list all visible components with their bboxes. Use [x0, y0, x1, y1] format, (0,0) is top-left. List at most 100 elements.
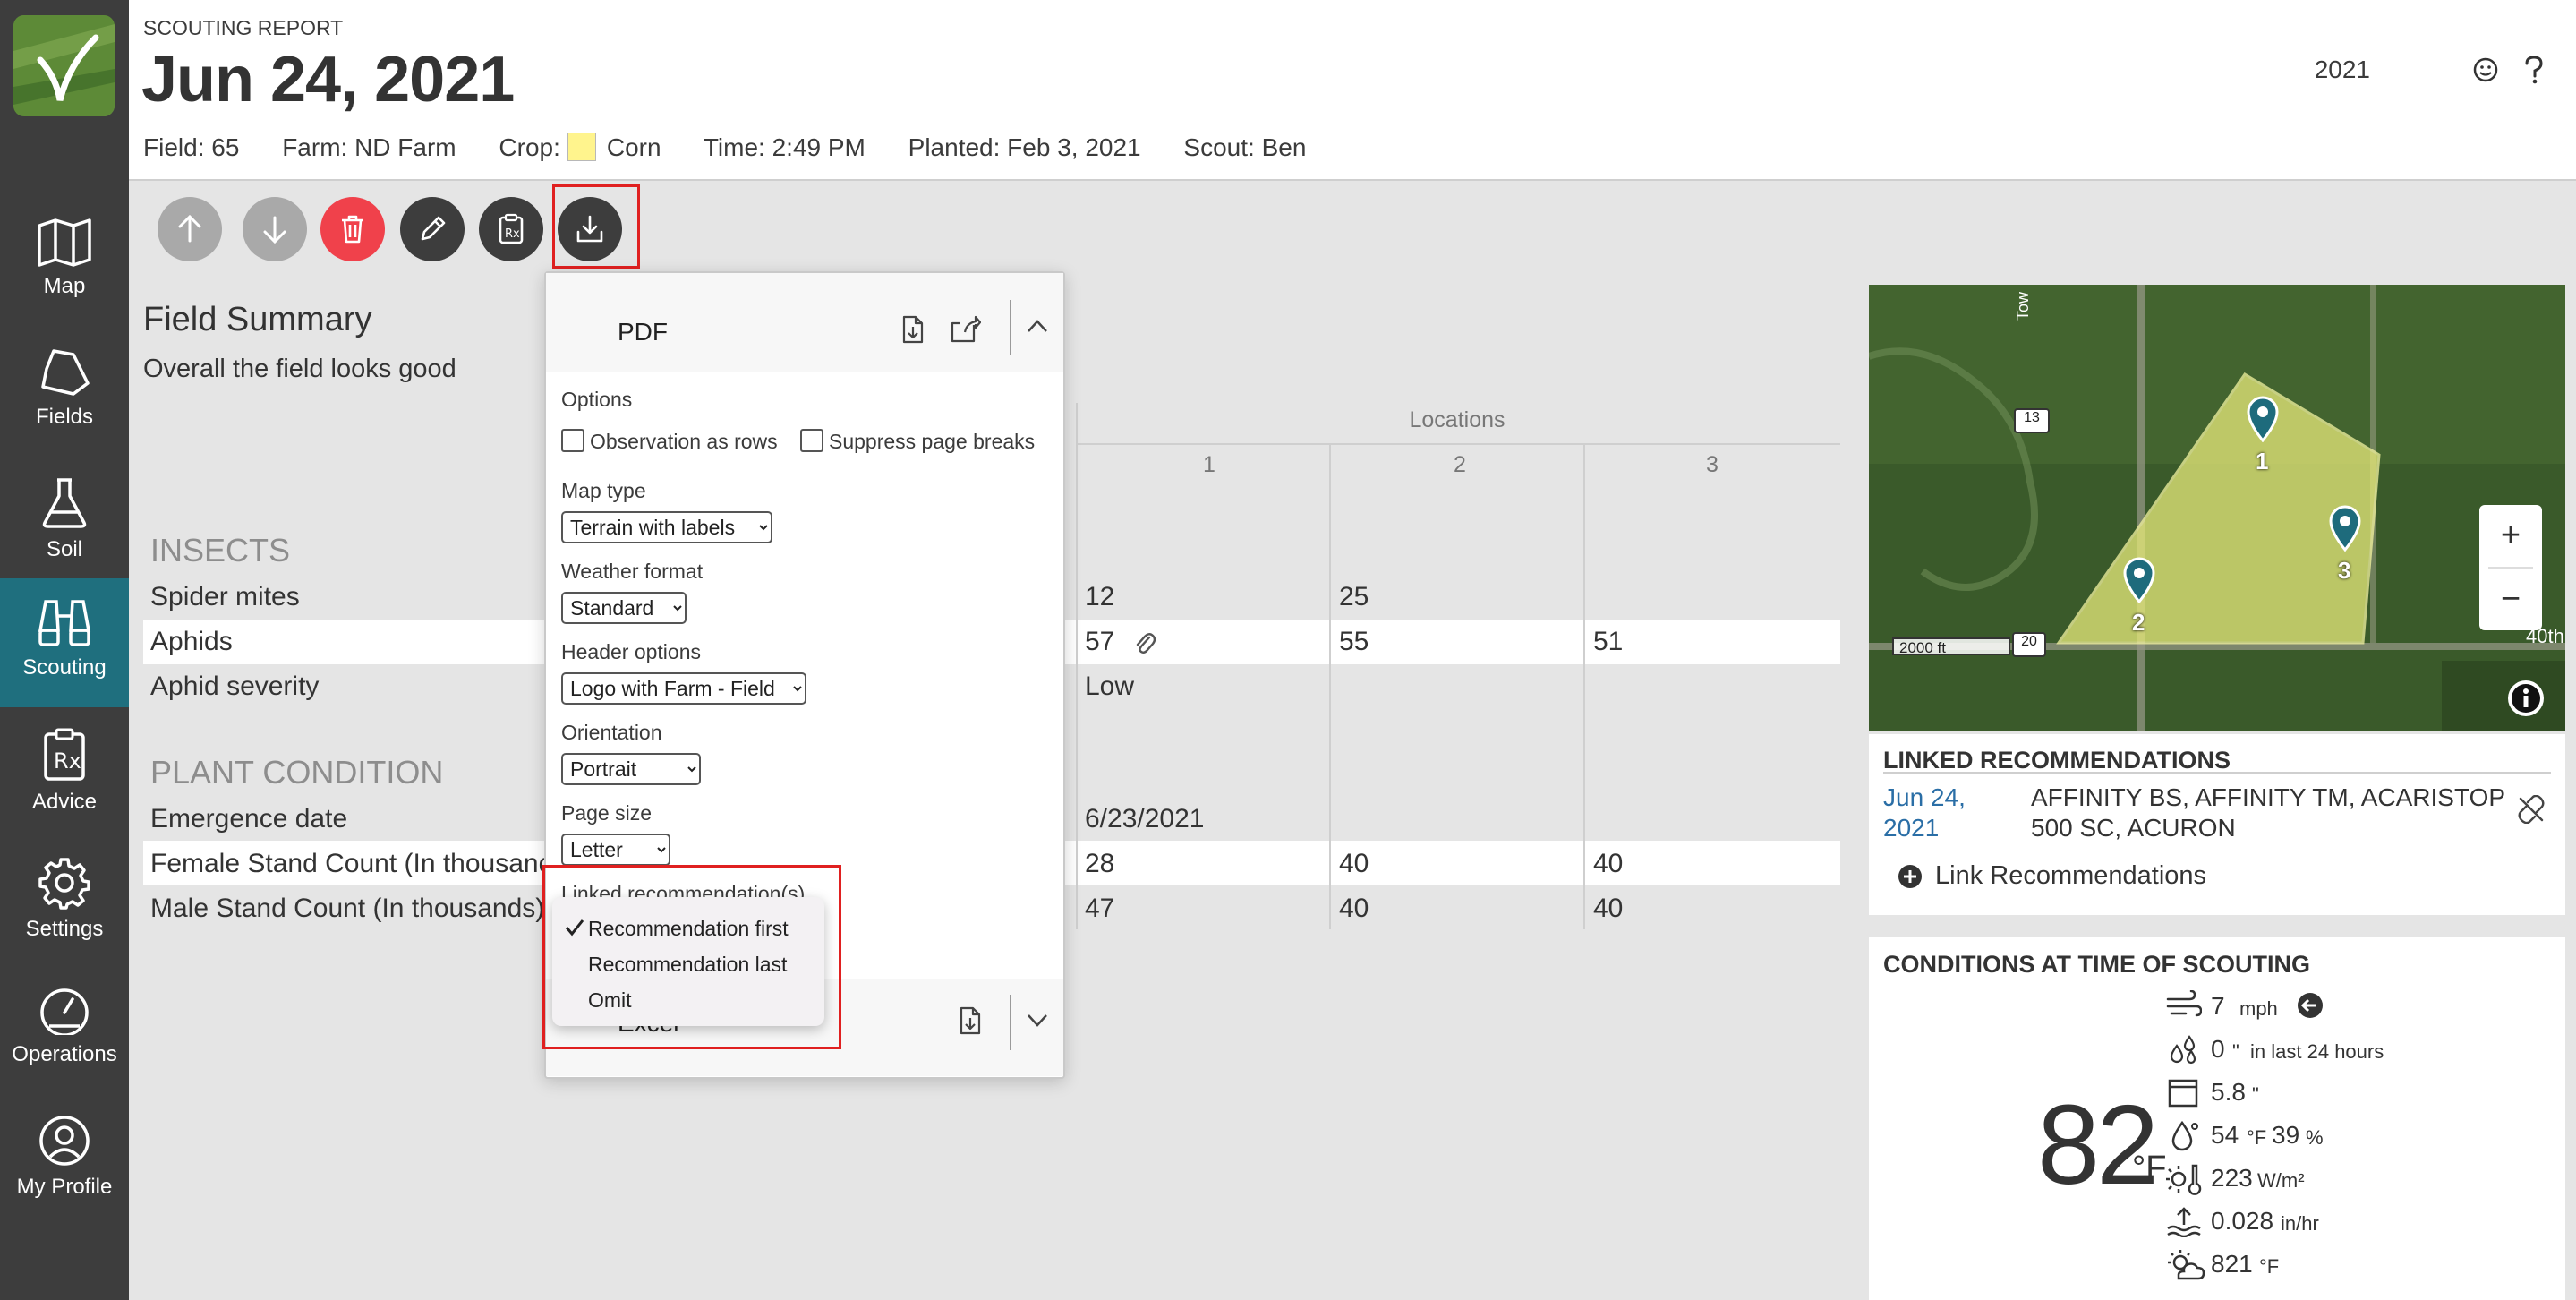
observation-as-rows-label: Observation as rows — [590, 430, 778, 453]
row-label: Spider mites — [150, 582, 300, 612]
prescription-icon: Rx — [44, 728, 85, 781]
soil-value: 5.8 — [2211, 1078, 2246, 1106]
sidebar-item-my-profile[interactable]: My Profile — [0, 1094, 129, 1223]
dew-point-value: 54 — [2211, 1121, 2239, 1149]
chevron-down-icon[interactable] — [1026, 1013, 1049, 1029]
edit-button[interactable] — [400, 197, 465, 261]
move-down-button[interactable] — [243, 197, 307, 261]
suppress-page-breaks-label: Suppress page breaks — [829, 430, 1036, 453]
gear-icon — [38, 858, 90, 910]
observation-as-rows-checkbox[interactable] — [561, 429, 584, 452]
crop-color-swatch — [567, 133, 596, 161]
header-divider — [1076, 443, 1840, 445]
link-recommendations-button[interactable]: Link Recommendations — [1935, 861, 2206, 891]
sidebar-item-settings[interactable]: Settings — [0, 836, 129, 965]
temperature-value: 82 — [2037, 1082, 2159, 1208]
recommendation-date-line1: Jun 24, — [1883, 783, 1966, 811]
share-icon[interactable] — [949, 314, 981, 345]
gauge-icon — [40, 988, 89, 1035]
recommendation-date-line2: 2021 — [1883, 814, 1940, 842]
feedback-smiley-icon[interactable] — [2472, 56, 2499, 83]
sidebar-item-soil[interactable]: Soil — [0, 457, 129, 586]
trash-icon — [342, 215, 363, 244]
recommendation-products: AFFINITY BS, AFFINITY TM, ACARISTOP 500 S… — [2031, 783, 2505, 843]
map-icon — [38, 218, 91, 267]
gdd-value: 821 — [2211, 1250, 2253, 1278]
wind-icon — [2166, 990, 2202, 1017]
column-header: 2 — [1454, 452, 1466, 477]
temperature-unit: °F — [2132, 1150, 2167, 1187]
help-icon[interactable] — [2522, 55, 2546, 85]
sun-cloud-icon — [2168, 1250, 2205, 1280]
attachment-icon[interactable] — [1133, 629, 1156, 657]
sidebar-item-advice[interactable]: Rx Advice — [0, 707, 129, 836]
table-cell: Low — [1085, 671, 1135, 701]
chevron-up-icon[interactable] — [1026, 318, 1049, 334]
sidebar-item-operations[interactable]: Operations — [0, 965, 129, 1094]
field-summary-text: Overall the field looks good — [143, 355, 456, 383]
sidebar-item-label: Operations — [12, 1042, 117, 1066]
location-pin-icon[interactable] — [2327, 505, 2363, 552]
field-map[interactable]: Tow 13 20 2000 ft 40th 1 2 3 + − — [1869, 285, 2565, 731]
location-pin-icon[interactable] — [2121, 557, 2157, 603]
sidebar-item-label: Scouting — [22, 655, 107, 680]
suppress-page-breaks-checkbox[interactable] — [800, 429, 823, 452]
column-divider — [1329, 443, 1331, 929]
move-up-button[interactable] — [158, 197, 222, 261]
excel-header-divider — [1010, 995, 1011, 1050]
download-file-icon[interactable] — [900, 314, 925, 345]
zoom-controls: + − — [2479, 505, 2542, 630]
table-cell: 57 — [1085, 627, 1115, 656]
table-cell: 47 — [1085, 894, 1115, 923]
weather-format-select[interactable]: Standard — [561, 592, 687, 624]
binoculars-icon — [38, 600, 91, 646]
table-cell: 51 — [1593, 627, 1624, 656]
info-icon[interactable] — [2506, 679, 2546, 718]
sidebar-item-fields[interactable]: Fields — [0, 328, 129, 457]
route-shield-20: 20 — [2012, 632, 2046, 657]
unlink-icon[interactable] — [2517, 795, 2546, 824]
humidity-unit: % — [2306, 1126, 2324, 1149]
row-label: Emergence date — [150, 804, 348, 834]
create-recommendation-button[interactable]: Rx — [479, 197, 543, 261]
map-type-select[interactable]: Terrain with labels — [561, 511, 772, 543]
route-shield-13: 13 — [2014, 408, 2050, 433]
evaporation-unit: in/hr — [2281, 1212, 2319, 1235]
observation-as-rows-option[interactable]: Observation as rows — [561, 429, 778, 454]
rain-unit: " in last 24 hours — [2232, 1040, 2384, 1063]
fields-icon — [41, 349, 90, 396]
weather-format-label: Weather format — [561, 560, 704, 583]
suppress-page-breaks-option[interactable]: Suppress page breaks — [800, 429, 1035, 454]
meta-crop-label: Crop: — [499, 133, 560, 161]
sidebar-item-label: Map — [43, 274, 86, 298]
conditions-title: CONDITIONS AT TIME OF SCOUTING — [1883, 951, 2310, 978]
app-logo[interactable] — [13, 15, 115, 116]
zoom-in-button[interactable]: + — [2479, 505, 2542, 567]
year-selector[interactable]: 2021 — [2315, 56, 2370, 84]
arrow-down-icon — [263, 216, 286, 244]
zoom-out-button[interactable]: − — [2479, 569, 2542, 630]
sidebar-item-map[interactable]: Map — [0, 199, 129, 328]
recommendation-products-line2: 500 SC, ACURON — [2031, 814, 2236, 842]
sidebar-item-scouting[interactable]: Scouting — [0, 578, 129, 707]
wind-value: 7 — [2211, 992, 2225, 1020]
location-pin-icon[interactable] — [2245, 396, 2281, 442]
header-options-select[interactable]: Logo with Farm - Field — [561, 672, 806, 705]
table-cell: 6/23/2021 — [1085, 804, 1205, 834]
page-title: Jun 24, 2021 — [141, 44, 515, 115]
flask-icon — [42, 478, 87, 528]
add-circle-icon[interactable] — [1898, 864, 1923, 889]
svg-text:Rx: Rx — [505, 227, 520, 241]
map-type-label: Map type — [561, 479, 646, 502]
rain-value: 0 — [2211, 1035, 2225, 1063]
download-file-icon[interactable] — [958, 1005, 983, 1036]
meta-farm: Farm: ND Farm — [282, 133, 456, 161]
recommendation-date-link[interactable]: Jun 24, 2021 — [1883, 783, 1966, 843]
dew-point-icon — [2171, 1120, 2198, 1151]
sidebar-item-label: Soil — [46, 537, 83, 561]
page-size-select[interactable]: Letter — [561, 834, 670, 866]
linked-divider — [1883, 772, 2551, 774]
delete-button[interactable] — [320, 197, 385, 261]
orientation-select[interactable]: Portrait — [561, 753, 701, 785]
locations-header: Locations — [1409, 407, 1506, 432]
